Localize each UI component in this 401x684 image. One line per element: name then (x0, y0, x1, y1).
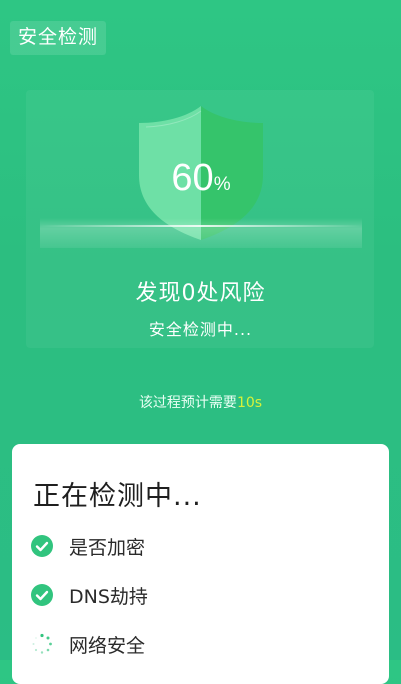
scan-status: 安全检测中... (148, 320, 253, 339)
progress-value: 60 (171, 157, 214, 199)
risk-summary: 发现0处风险 (135, 281, 266, 306)
check-circle-icon (31, 535, 53, 557)
card-title: 正在检测中... (33, 481, 202, 512)
check-item-label: DNS劫持 (69, 585, 148, 608)
scan-beam (40, 218, 362, 248)
detection-card: 正在检测中... 是否加密 DNS劫持 网络安全 (12, 444, 389, 684)
check-circle-icon (31, 584, 53, 606)
eta-prefix: 该过程预计需要 (138, 395, 237, 411)
eta-text: 该过程预计需要10s (0, 392, 401, 412)
eta-value: 10s (236, 395, 263, 411)
page-title: 安全检测 (10, 21, 107, 55)
progress-percent: 60% (137, 150, 265, 213)
check-item-label: 是否加密 (69, 536, 146, 559)
check-item-network: 网络安全 (31, 631, 145, 657)
check-item-dns: DNS劫持 (31, 582, 148, 608)
check-item-encryption: 是否加密 (31, 533, 145, 559)
spinner-icon (32, 633, 52, 654)
check-item-label: 网络安全 (69, 634, 146, 657)
scan-line (40, 225, 362, 227)
progress-unit: % (213, 174, 231, 195)
